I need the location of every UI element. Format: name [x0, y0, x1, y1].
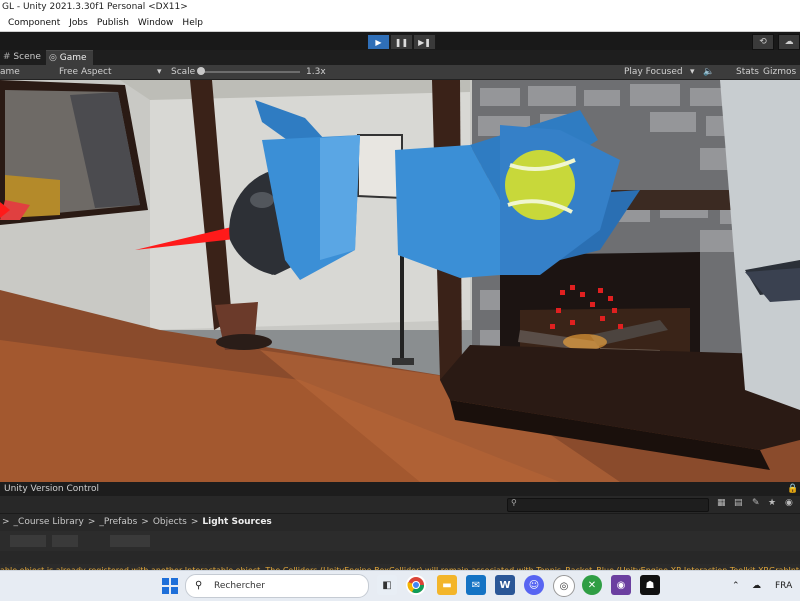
asset-tile[interactable]	[110, 535, 150, 547]
project-content-area	[0, 531, 800, 551]
language-indicator[interactable]: FRA	[775, 571, 792, 601]
console-search-input[interactable]: ⚲	[507, 498, 709, 512]
scale-slider-handle[interactable]	[197, 67, 205, 75]
taskbar-search-input[interactable]: ⚲ Rechercher	[185, 574, 369, 598]
play-icon: ▶	[375, 37, 382, 47]
history-button[interactable]: ⟲	[752, 34, 774, 50]
lock-icon[interactable]: 🔒	[787, 482, 798, 496]
chrome-logo	[407, 577, 425, 594]
account-button[interactable]: ☁	[778, 34, 800, 50]
tray-chevron-icon[interactable]: ⌃	[732, 571, 740, 601]
game-viewport[interactable]	[0, 80, 800, 482]
play-mode-dropdown[interactable]: Play Focused	[624, 65, 683, 79]
gamepad-icon: ◎	[49, 53, 57, 63]
search-icon: ⚲	[511, 498, 517, 507]
display-dropdown[interactable]: ame	[0, 65, 20, 79]
menu-window[interactable]: Window	[138, 15, 174, 31]
toolbar-right: ⟲ ☁	[752, 34, 800, 50]
word-icon[interactable]: W	[495, 575, 515, 595]
history-icon: ⟲	[759, 37, 767, 47]
menu-jobs[interactable]: Jobs	[69, 15, 88, 31]
tab-game-label: Game	[59, 53, 87, 63]
search-placeholder: Rechercher	[214, 581, 265, 591]
main-toolbar: ▶ ❚❚ ▶❚ ⟲ ☁	[0, 32, 800, 50]
tag-icon[interactable]: ✎	[752, 498, 760, 508]
eye-icon[interactable]: ◉	[785, 498, 793, 508]
file-explorer-icon[interactable]: ▬	[437, 575, 457, 595]
chrome-icon[interactable]	[406, 575, 426, 595]
task-view-icon[interactable]: ◧	[377, 575, 397, 595]
scale-slider-track[interactable]	[200, 71, 300, 73]
collapse-icon[interactable]: ▤	[734, 498, 743, 508]
menu-component[interactable]: Component	[8, 15, 60, 31]
breadcrumb-course-library[interactable]: _Course Library	[12, 517, 86, 527]
menu-help[interactable]: Help	[182, 15, 203, 31]
stats-button[interactable]: Stats	[736, 65, 759, 79]
menu-bar: Component Jobs Publish Window Help	[0, 15, 800, 32]
asset-tile[interactable]	[52, 535, 78, 547]
step-button[interactable]: ▶❚	[413, 34, 436, 50]
aspect-dropdown-arrow: ▾	[157, 67, 162, 77]
asset-tile[interactable]	[10, 535, 46, 547]
unity-editor-icon[interactable]: ☗	[640, 575, 660, 595]
play-controls: ▶ ❚❚ ▶❚	[367, 34, 436, 50]
scale-label: Scale	[171, 67, 196, 77]
tab-scene-label: Scene	[13, 52, 41, 62]
play-mode-dropdown-arrow: ▾	[690, 67, 695, 77]
unity-hub-icon[interactable]: ◎	[553, 575, 575, 597]
xbox-icon[interactable]: ✕	[582, 575, 602, 595]
star-icon[interactable]: ★	[768, 498, 776, 508]
mail-icon[interactable]: ✉	[466, 575, 486, 595]
breadcrumb: > _Course Library > _Prefabs > Objects > Light …	[2, 517, 273, 527]
breadcrumb-light-sources[interactable]: Light Sources	[200, 517, 273, 527]
breadcrumb-objects[interactable]: Objects	[151, 517, 189, 527]
tray-cloud-icon[interactable]: ☁	[752, 571, 761, 601]
gizmos-button[interactable]: Gizmos	[763, 65, 796, 79]
media-player-icon[interactable]: ◉	[611, 575, 631, 595]
mute-audio-icon[interactable]: 🔈	[703, 65, 714, 79]
game-view-bar: ame Free Aspect ▾ Scale 1.3x Play Focuse…	[0, 65, 800, 80]
game-render	[0, 80, 800, 482]
menu-publish[interactable]: Publish	[97, 15, 129, 31]
aspect-dropdown[interactable]: Free Aspect	[59, 65, 112, 79]
version-control-label: Unity Version Control	[4, 484, 99, 494]
view-tabs: # Scene ◎ Game	[0, 50, 800, 66]
play-button[interactable]: ▶	[367, 34, 390, 50]
hash-icon: #	[3, 52, 11, 62]
scale-value: 1.3x	[306, 67, 326, 77]
windows-taskbar: ⚲ Rechercher ◧ ▬ ✉ W ☺ ◎ ✕ ◉ ☗ ⌃ ☁ FRA	[0, 570, 800, 601]
pause-icon: ❚❚	[394, 37, 409, 47]
tab-game[interactable]: ◎ Game	[46, 50, 93, 66]
pause-button[interactable]: ❚❚	[390, 34, 413, 50]
step-icon: ▶❚	[418, 37, 431, 47]
console-header: Unity Version Control 🔒	[0, 482, 800, 496]
tab-scene[interactable]: # Scene	[0, 50, 47, 65]
search-icon: ⚲	[195, 580, 203, 591]
discord-icon[interactable]: ☺	[524, 575, 544, 595]
cloud-icon: ☁	[784, 37, 794, 47]
window-title-bar: GL - Unity 2021.3.30f1 Personal <DX11>	[0, 0, 800, 15]
filter-icon[interactable]: ▦	[717, 498, 726, 508]
window-title: GL - Unity 2021.3.30f1 Personal <DX11>	[2, 2, 188, 12]
windows-start-icon[interactable]	[162, 578, 178, 594]
console-toolbar: ⚲ ▦ ▤ ✎ ★ ◉	[0, 496, 800, 514]
breadcrumb-prefabs[interactable]: _Prefabs	[97, 517, 139, 527]
console-panel: Unity Version Control 🔒 ⚲ ▦ ▤ ✎ ★ ◉ > _Co…	[0, 482, 800, 570]
